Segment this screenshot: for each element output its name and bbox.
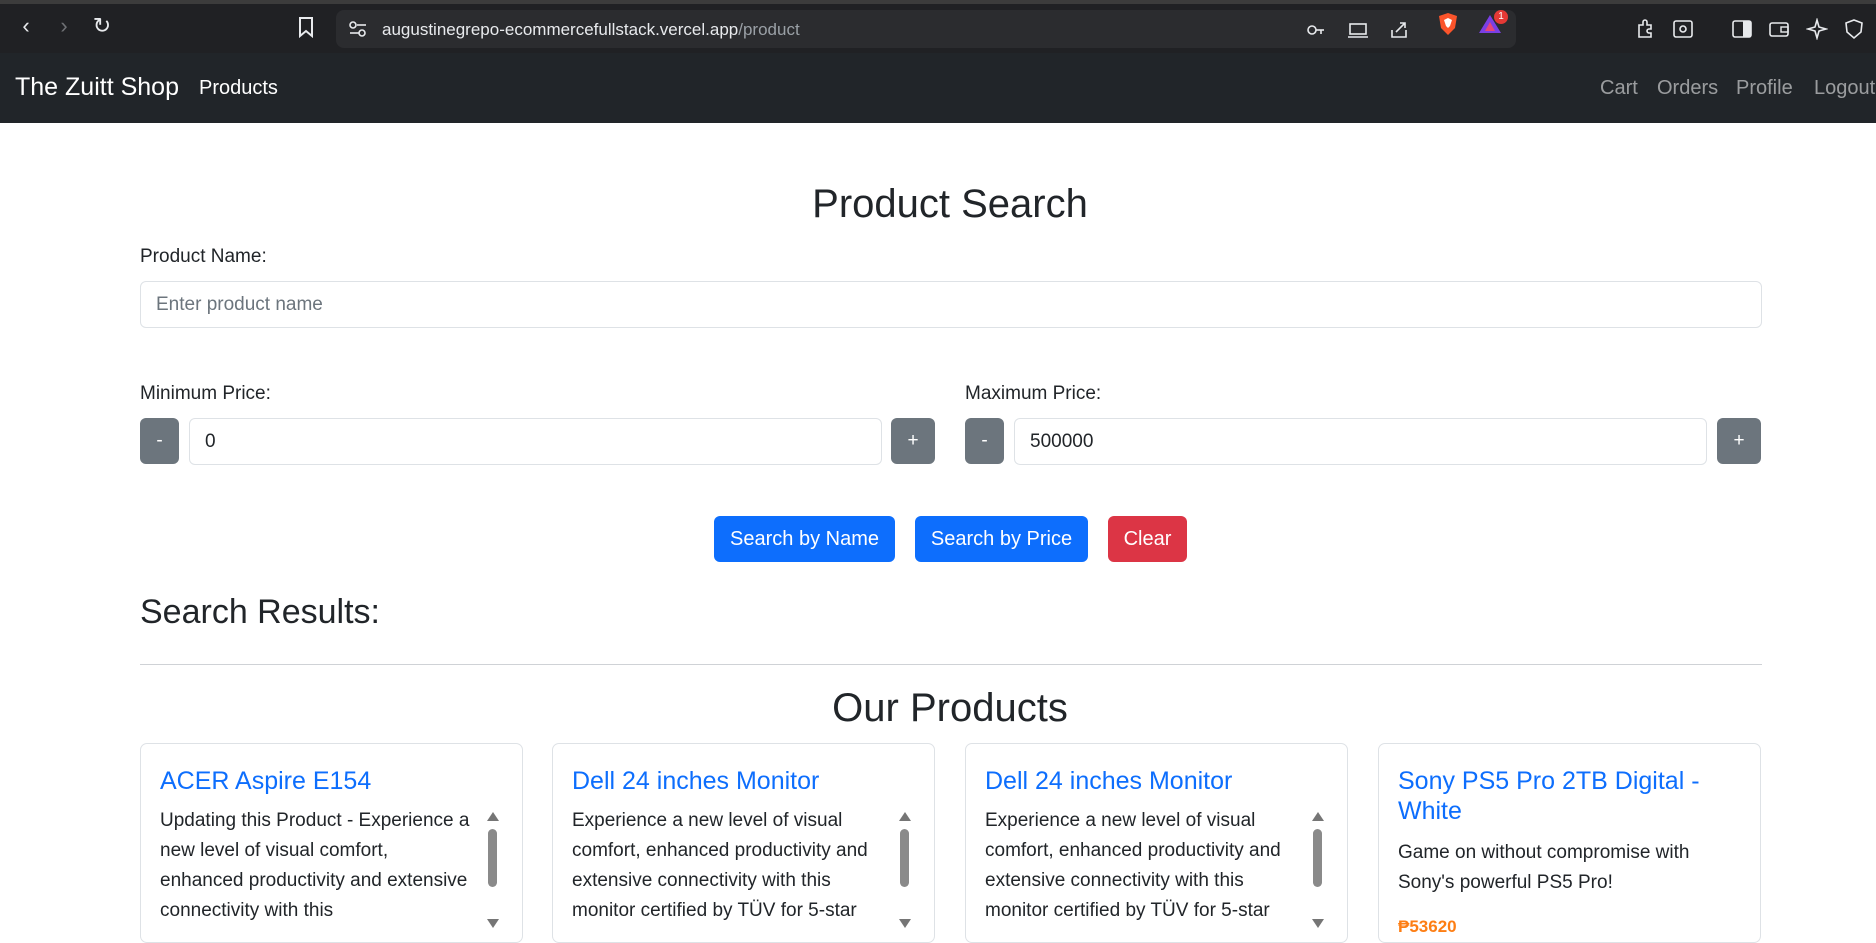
- back-icon[interactable]: ‹: [14, 14, 38, 38]
- install-app-icon[interactable]: [1348, 20, 1368, 40]
- product-title-link[interactable]: Sony PS5 Pro 2TB Digital - White: [1398, 766, 1740, 826]
- product-card: Dell 24 inches Monitor Experience a new …: [552, 743, 935, 943]
- max-price-input[interactable]: 500000: [1014, 418, 1707, 465]
- search-results-heading: Search Results:: [140, 593, 380, 631]
- leo-ai-icon[interactable]: [1806, 18, 1828, 40]
- clear-button[interactable]: Clear: [1108, 516, 1187, 562]
- min-price-decrement-button[interactable]: -: [140, 418, 179, 464]
- divider: [140, 664, 1762, 665]
- address-bar[interactable]: augustinegrepo-ecommercefullstack.vercel…: [336, 10, 1516, 48]
- product-name-label: Product Name:: [140, 246, 267, 267]
- product-name-input[interactable]: Enter product name: [140, 281, 1762, 328]
- reload-icon[interactable]: ↻: [90, 14, 114, 38]
- max-price-label: Maximum Price:: [965, 383, 1102, 404]
- our-products-heading: Our Products: [832, 686, 1068, 730]
- url-host: augustinegrepo-ecommercefullstack.vercel…: [382, 20, 739, 39]
- product-price: ₱53620: [1398, 917, 1457, 936]
- product-title-link[interactable]: Dell 24 inches Monitor: [572, 766, 914, 796]
- url-path: /product: [738, 20, 800, 39]
- brave-shields-icon[interactable]: [1437, 12, 1459, 36]
- product-card: ACER Aspire E154 Updating this Product -…: [140, 743, 523, 943]
- description-scrollbar[interactable]: [1311, 812, 1325, 932]
- wallet-icon[interactable]: [1768, 18, 1790, 40]
- bookmark-icon[interactable]: [296, 16, 316, 38]
- page-title: Product Search: [812, 182, 1088, 226]
- max-price-decrement-button[interactable]: -: [965, 418, 1004, 464]
- min-price-input[interactable]: 0: [189, 418, 882, 465]
- site-settings-icon[interactable]: [348, 20, 368, 38]
- extensions-icon[interactable]: [1635, 18, 1657, 40]
- nav-logout[interactable]: Logout: [1814, 77, 1875, 100]
- share-icon[interactable]: [1389, 20, 1409, 40]
- min-price-label: Minimum Price:: [140, 383, 271, 404]
- url-text: augustinegrepo-ecommercefullstack.vercel…: [382, 20, 800, 40]
- nav-profile[interactable]: Profile: [1736, 77, 1793, 100]
- product-description: Updating this Product - Experience a new…: [160, 810, 470, 921]
- max-price-increment-button[interactable]: +: [1717, 418, 1761, 464]
- product-title-link[interactable]: ACER Aspire E154: [160, 766, 502, 796]
- description-scrollbar[interactable]: [898, 812, 912, 932]
- sidebar-icon[interactable]: [1731, 18, 1753, 40]
- search-by-name-button[interactable]: Search by Name: [714, 516, 895, 562]
- search-tab-icon[interactable]: [1672, 18, 1694, 40]
- min-price-increment-button[interactable]: +: [891, 418, 935, 464]
- product-description: Experience a new level of visual comfort…: [572, 810, 868, 921]
- description-scrollbar[interactable]: [486, 812, 500, 932]
- vpn-icon[interactable]: [1843, 18, 1865, 40]
- rewards-badge: 1: [1494, 10, 1508, 24]
- search-by-price-button[interactable]: Search by Price: [915, 516, 1088, 562]
- site-navbar: The Zuitt Shop Products Cart Orders Prof…: [0, 53, 1876, 123]
- nav-cart[interactable]: Cart: [1600, 77, 1638, 100]
- nav-products[interactable]: Products: [199, 77, 278, 100]
- key-icon[interactable]: [1306, 20, 1326, 40]
- browser-toolbar: ‹ › ↻ augustinegrepo-ecommercefullstack.…: [0, 0, 1876, 53]
- product-card: Dell 24 inches Monitor Experience a new …: [965, 743, 1348, 943]
- product-card: Sony PS5 Pro 2TB Digital - White Game on…: [1378, 743, 1761, 943]
- nav-orders[interactable]: Orders: [1657, 77, 1718, 100]
- product-description: Game on without compromise with Sony's p…: [1398, 842, 1690, 893]
- product-description: Experience a new level of visual comfort…: [985, 810, 1281, 921]
- forward-icon[interactable]: ›: [52, 14, 76, 38]
- brand-link[interactable]: The Zuitt Shop: [15, 73, 179, 102]
- product-title-link[interactable]: Dell 24 inches Monitor: [985, 766, 1327, 796]
